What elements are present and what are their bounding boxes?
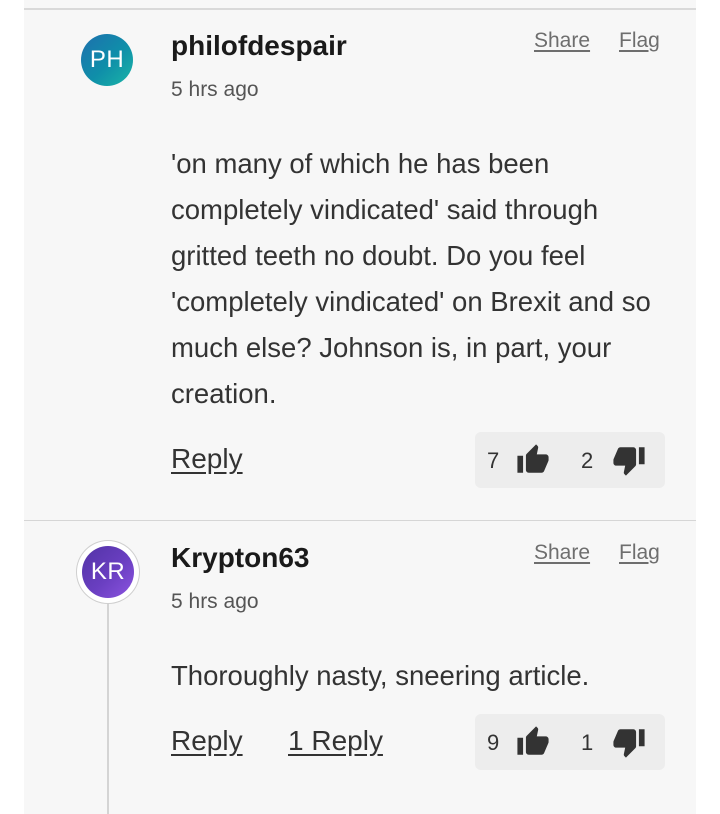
share-link[interactable]: Share	[534, 29, 590, 53]
reply-button[interactable]: Reply	[171, 443, 243, 475]
comment-timestamp: 5 hrs ago	[171, 78, 259, 101]
reply-button[interactable]: Reply	[171, 725, 243, 757]
thread-line	[107, 602, 109, 814]
thumbs-down-icon[interactable]	[611, 443, 647, 477]
share-link[interactable]: Share	[534, 541, 590, 565]
comment-body: Thoroughly nasty, sneering article.	[171, 660, 590, 691]
top-divider	[24, 8, 696, 10]
thumbs-up-icon[interactable]	[515, 443, 551, 477]
comment-author[interactable]: philofdespair	[171, 30, 347, 62]
vote-controls: 9 1	[475, 714, 665, 770]
flag-link[interactable]: Flag	[619, 29, 660, 53]
downvote-count: 2	[581, 448, 594, 473]
avatar[interactable]: KR	[82, 546, 134, 598]
comment-timestamp: 5 hrs ago	[171, 590, 259, 613]
downvote-count: 1	[581, 730, 594, 755]
comment-divider	[24, 520, 696, 521]
flag-link[interactable]: Flag	[619, 541, 660, 565]
upvote-count: 9	[487, 730, 500, 755]
upvote-count: 7	[487, 448, 500, 473]
view-replies-button[interactable]: 1 Reply	[288, 725, 383, 757]
comment-author[interactable]: Krypton63	[171, 542, 309, 574]
thumbs-up-icon[interactable]	[515, 725, 551, 759]
comment-body: 'on many of which he has been completely…	[171, 148, 651, 409]
avatar[interactable]: PH	[81, 34, 133, 86]
vote-controls: 7 2	[475, 432, 665, 488]
thumbs-down-icon[interactable]	[611, 725, 647, 759]
